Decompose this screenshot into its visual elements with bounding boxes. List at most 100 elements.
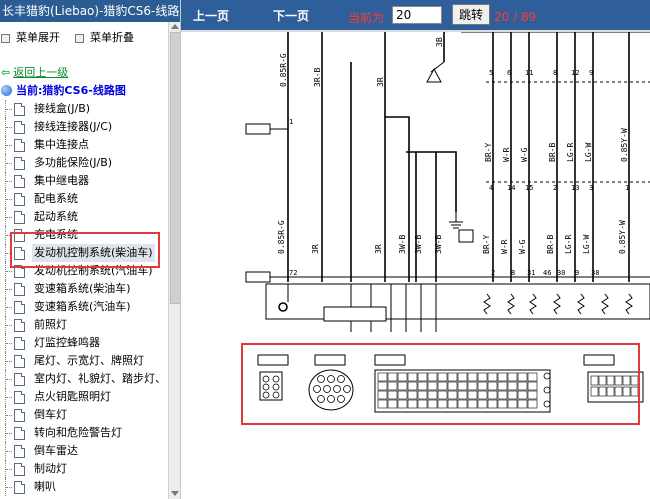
scroll-down-icon[interactable] <box>171 491 179 496</box>
document-icon <box>14 301 25 314</box>
tree-item-label: 灯监控蜂鸣器 <box>34 336 100 349</box>
tree-item[interactable]: 尾灯、示宽灯、牌照灯 <box>0 352 170 370</box>
wire-label: 0.85R-G <box>279 53 288 87</box>
wire-label: 3R-B <box>313 68 322 87</box>
tree-item[interactable]: 集中继电器 <box>0 172 170 190</box>
tree-item[interactable]: 点火钥匙照明灯 <box>0 388 170 406</box>
document-icon <box>14 211 25 224</box>
tree-item[interactable]: 灯监控蜂鸣器 <box>0 334 170 352</box>
tree-branch <box>6 109 12 110</box>
tree-item[interactable]: 倒车灯 <box>0 406 170 424</box>
wire-label: 3R <box>374 244 383 254</box>
scroll-up-icon[interactable] <box>171 24 179 29</box>
tree-item[interactable]: 多功能保险(J/B) <box>0 154 170 172</box>
wire-label: BR-B <box>548 143 557 162</box>
tree-item[interactable]: 接线连接器(J/C) <box>0 118 170 136</box>
wire-path <box>553 293 561 315</box>
diagram-page: 2电源0.85R-G3R-B3R3BA-14B-01156118129BR-YW… <box>191 31 650 499</box>
back-label: 返回上一级 <box>13 66 69 79</box>
menu-tree: 接线盒(J/B) 接线连接器(J/C) 集中连接点多功能保险(J/B) 集中继电器配电… <box>0 100 170 496</box>
tree-item-label: 尾灯、示宽灯、牌照灯 <box>34 354 144 367</box>
tree-branch <box>6 487 12 488</box>
tree-branch <box>6 217 12 218</box>
tree-item[interactable]: 喇叭 <box>0 478 170 496</box>
pin-number: 15 <box>525 184 533 192</box>
tree-branch <box>6 199 12 200</box>
pin-number: 31 <box>527 269 535 277</box>
wire-label: LG-W <box>584 143 593 162</box>
pin-number: 46 <box>543 269 551 277</box>
tree-item-label: 喇叭 <box>34 480 56 493</box>
tree-item[interactable]: 前照灯 <box>0 316 170 334</box>
page-number-input[interactable] <box>392 6 442 24</box>
page-toolbar: 上一页 下一页 当前为 跳转 20 / 89 <box>181 0 650 30</box>
wire-path <box>385 116 410 282</box>
wire-label: 3B <box>435 37 444 47</box>
panel-title: 长丰猎豹(Liebao)-猎豹CS6-线路图 <box>0 0 180 22</box>
tree-item[interactable]: 接线盒(J/B) <box>0 100 170 118</box>
wire-label: W-R <box>500 239 509 254</box>
document-icon <box>14 337 25 350</box>
wire-label: 3R <box>376 77 385 87</box>
menu-collapse-button[interactable]: 菜单折叠 <box>75 29 134 45</box>
tree-branch <box>6 145 12 146</box>
document-icon <box>14 445 25 458</box>
tree-item-label: 集中继电器 <box>34 174 89 187</box>
current-label: 当前:猎豹CS6-线路图 <box>16 84 126 97</box>
tree-branch <box>6 163 12 164</box>
tree-branch <box>6 379 12 380</box>
pin-number: 13 <box>571 184 579 192</box>
prev-page-button[interactable]: 上一页 <box>193 7 229 24</box>
pin-number: 6 <box>507 69 511 77</box>
tree-item[interactable]: 室内灯、礼貌灯、踏步灯、 <box>0 370 170 388</box>
tree-item[interactable]: 变速箱系统(柴油车) <box>0 280 170 298</box>
wire-label: 0.85R-G <box>277 220 286 254</box>
menu-collapse-label: 菜单折叠 <box>90 31 134 44</box>
wire-path <box>625 293 633 315</box>
tree-branch <box>6 415 12 416</box>
tree-branch <box>6 433 12 434</box>
document-icon <box>14 481 25 494</box>
back-link[interactable]: ⇦ 返回上一级 <box>1 64 68 80</box>
tree-item[interactable]: 倒车雷达 <box>0 442 170 460</box>
document-icon <box>14 373 25 386</box>
document-icon <box>14 319 25 332</box>
tree-item-label: 制动灯 <box>34 462 67 475</box>
highlight-box <box>10 232 160 268</box>
pin-number: 2 <box>553 184 557 192</box>
tree-item-label: 变速箱系统(柴油车) <box>34 282 131 295</box>
wire-label: 3W-B <box>434 235 443 254</box>
tree-item-label: 变速箱系统(汽油车) <box>34 300 131 313</box>
pin-number: 8 <box>511 269 515 277</box>
tree-item-label: 室内灯、礼貌灯、踏步灯、 <box>34 372 166 385</box>
wire-label: 3W-B <box>398 235 407 254</box>
tree-item[interactable]: 制动灯 <box>0 460 170 478</box>
wire-path <box>406 151 457 212</box>
wire-label: 3W-B <box>414 235 423 254</box>
tree-branch <box>6 343 12 344</box>
document-icon <box>14 391 25 404</box>
pin-number: 9 <box>589 69 593 77</box>
wire-label: BR-B <box>546 235 555 254</box>
left-scrollbar[interactable] <box>168 22 180 499</box>
tree-branch <box>6 469 12 470</box>
tree-item[interactable]: 配电系统 <box>0 190 170 208</box>
jump-button[interactable]: 跳转 <box>452 4 490 25</box>
tree-branch <box>6 451 12 452</box>
scroll-thumb[interactable] <box>170 32 180 304</box>
wire-label: W-G <box>520 147 529 162</box>
menu-expand-button[interactable]: 菜单展开 <box>1 29 60 45</box>
pin-number: 9 <box>575 269 579 277</box>
tree-item-label: 起动系统 <box>34 210 78 223</box>
next-page-button[interactable]: 下一页 <box>273 7 309 24</box>
pin-number: 2 <box>491 269 495 277</box>
tree-item-label: 多功能保险(J/B) <box>34 156 113 169</box>
pin-number: 72 <box>289 269 297 277</box>
tree-branch <box>6 181 12 182</box>
ground-label-box <box>458 229 474 243</box>
tree-item[interactable]: 起动系统 <box>0 208 170 226</box>
tree-item[interactable]: 集中连接点 <box>0 136 170 154</box>
tree-item[interactable]: 变速箱系统(汽油车) <box>0 298 170 316</box>
tree-item[interactable]: 转向和危险警告灯 <box>0 424 170 442</box>
tree-branch <box>6 289 12 290</box>
